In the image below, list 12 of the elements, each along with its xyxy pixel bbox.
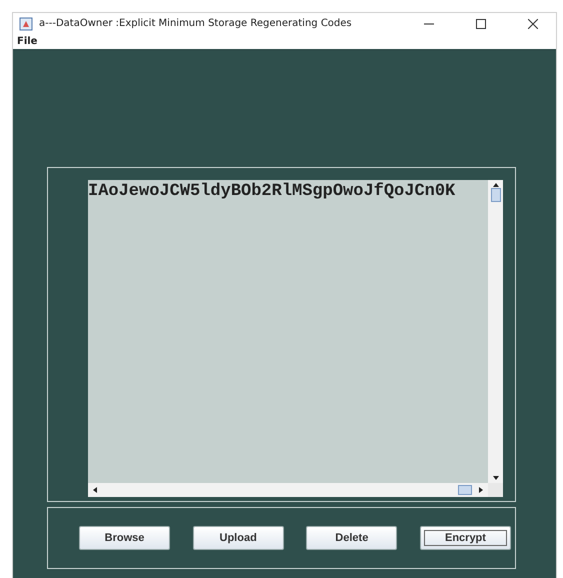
- minimize-icon[interactable]: [424, 22, 434, 24]
- action-button[interactable]: Upload: [192, 526, 284, 550]
- scroll-thumb[interactable]: [490, 188, 500, 202]
- menu-item[interactable]: File: [15, 36, 40, 47]
- scroll-thumb[interactable]: [458, 485, 472, 495]
- action-button[interactable]: Delete: [306, 526, 398, 550]
- maximize-icon[interactable]: [476, 18, 486, 28]
- action-button[interactable]: Encrypt: [420, 526, 511, 550]
- action-button[interactable]: Browse: [79, 526, 170, 550]
- close-icon[interactable]: [528, 18, 538, 28]
- app-icon: [19, 16, 33, 30]
- window-title: a---DataOwner :Explicit Minimum Storage Regenerating Codes: [39, 18, 353, 29]
